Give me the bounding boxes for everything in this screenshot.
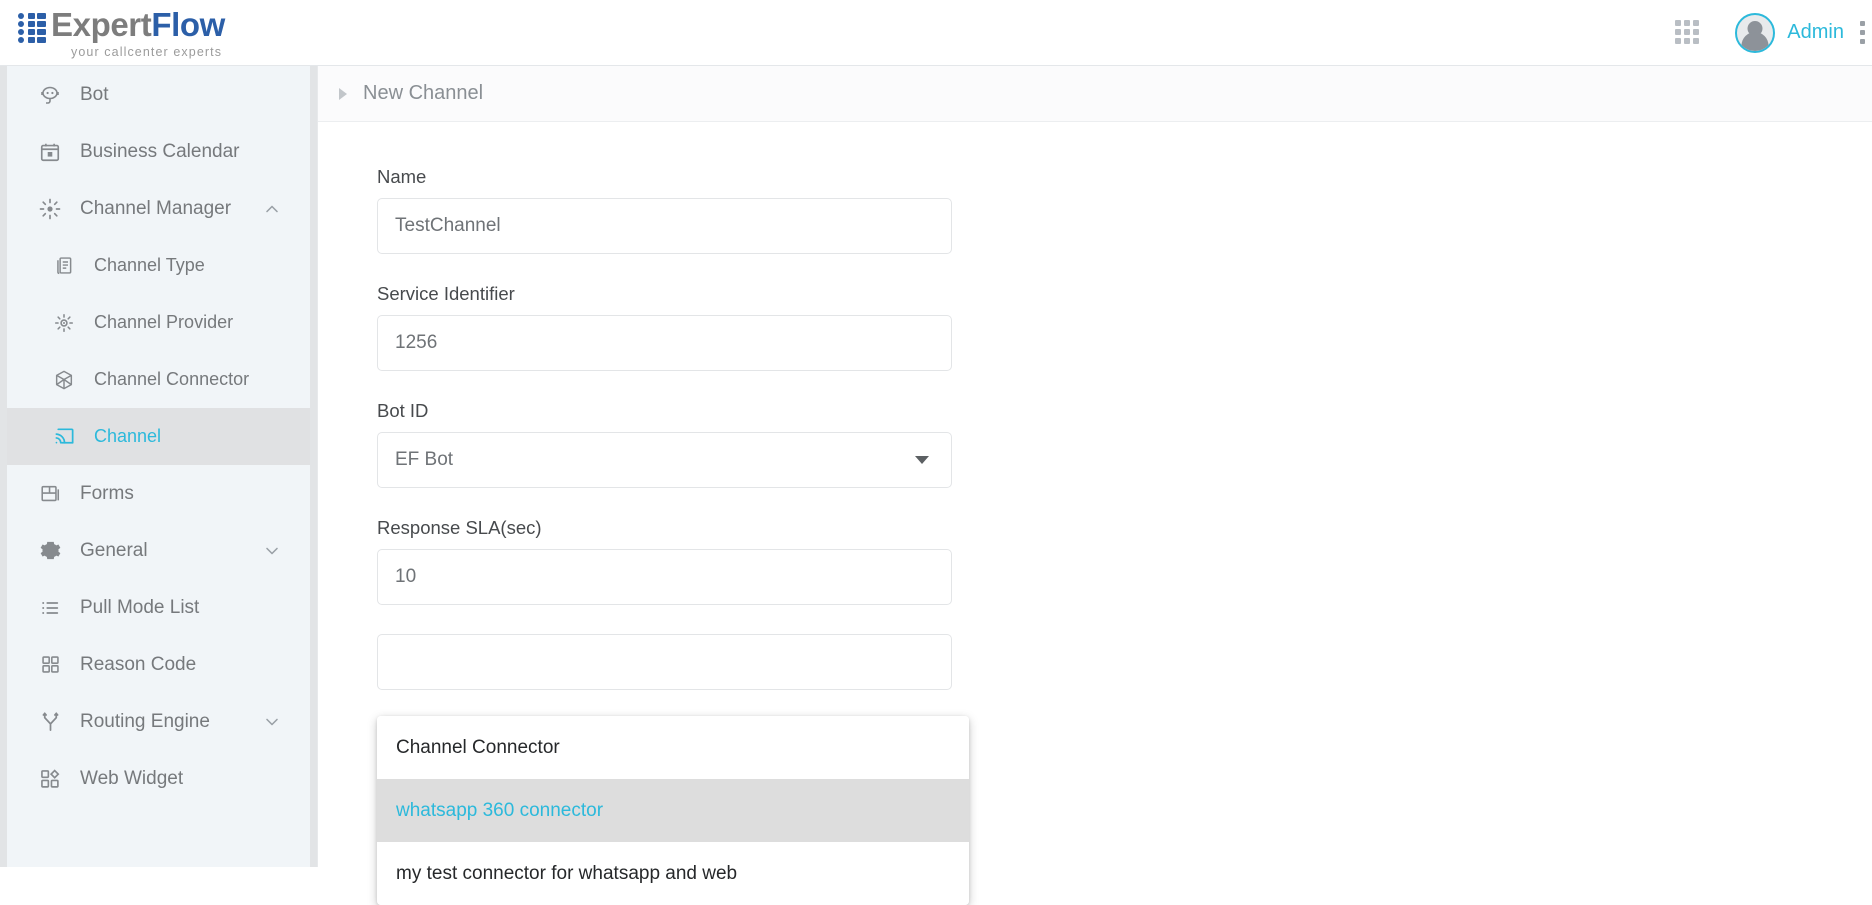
brand-logo[interactable]: ExpertFlow your callcenter experts bbox=[18, 8, 225, 59]
new-channel-form: Name TestChannel Service Identifier 1256… bbox=[318, 122, 1872, 690]
service-identifier-input[interactable]: 1256 bbox=[377, 315, 952, 371]
field-name: Name TestChannel bbox=[377, 166, 1872, 254]
list-bullet-icon bbox=[37, 595, 63, 621]
chevron-up-icon[interactable] bbox=[262, 199, 282, 219]
sidebar-item-web-widget[interactable]: Web Widget bbox=[7, 750, 310, 807]
chevron-down-icon[interactable] bbox=[262, 712, 282, 732]
calendar-icon bbox=[37, 139, 63, 165]
field-response-sla: Response SLA(sec) 10 bbox=[377, 517, 1872, 605]
field-label: Service Identifier bbox=[377, 283, 1872, 305]
brand-tagline: your callcenter experts bbox=[71, 46, 225, 59]
sidebar-item-label: General bbox=[80, 540, 148, 562]
bot-headset-icon bbox=[37, 82, 63, 108]
chevron-down-icon[interactable] bbox=[262, 541, 282, 561]
sidebar-item-label: Routing Engine bbox=[80, 711, 210, 733]
bot-id-selected-value: EF Bot bbox=[395, 449, 453, 471]
sidebar-item-channel[interactable]: Channel bbox=[7, 408, 310, 465]
sidebar-item-general[interactable]: General bbox=[7, 522, 310, 579]
sidebar-item-channel-connector[interactable]: Channel Connector bbox=[7, 351, 310, 408]
sidebar-item-label: Bot bbox=[80, 84, 109, 106]
forms-layout-icon bbox=[37, 481, 63, 507]
sidebar-item-label: Pull Mode List bbox=[80, 597, 199, 619]
sidebar-item-label: Channel Type bbox=[94, 255, 205, 276]
triangle-right-icon[interactable] bbox=[339, 88, 347, 100]
sidebar-item-bot[interactable]: Bot bbox=[7, 66, 310, 123]
app-header: ExpertFlow your callcenter experts Admin bbox=[0, 0, 1872, 66]
brand-name-secondary: Flow bbox=[151, 6, 225, 43]
field-service-identifier: Service Identifier 1256 bbox=[377, 283, 1872, 371]
gear-icon bbox=[37, 538, 63, 564]
name-input[interactable]: TestChannel bbox=[377, 198, 952, 254]
page-title: New Channel bbox=[363, 82, 483, 105]
sidebar-item-label: Forms bbox=[80, 483, 134, 505]
user-avatar-icon[interactable] bbox=[1735, 13, 1775, 53]
main-sidebar: Bot Business Calendar Channel Manager bbox=[7, 66, 310, 867]
bot-id-select[interactable]: EF Bot bbox=[377, 432, 952, 488]
more-vertical-icon[interactable] bbox=[1860, 21, 1866, 44]
response-sla-input[interactable]: 10 bbox=[377, 549, 952, 605]
four-squares-icon bbox=[37, 652, 63, 678]
sidebar-item-channel-manager[interactable]: Channel Manager bbox=[7, 180, 310, 237]
content-panel: New Channel Name TestChannel Service Ide… bbox=[317, 66, 1872, 867]
field-label: Response SLA(sec) bbox=[377, 517, 1872, 539]
channel-connector-dropdown: Channel Connector whatsapp 360 connector… bbox=[377, 716, 969, 905]
sidebar-item-business-calendar[interactable]: Business Calendar bbox=[7, 123, 310, 180]
sidebar-item-forms[interactable]: Forms bbox=[7, 465, 310, 522]
brand-name-primary: Expert bbox=[51, 6, 151, 43]
dropdown-option[interactable]: my test connector for whatsapp and web bbox=[377, 842, 969, 905]
sidebar-item-label: Channel Provider bbox=[94, 312, 233, 333]
breadcrumb: New Channel bbox=[318, 66, 1872, 122]
widget-shapes-icon bbox=[37, 766, 63, 792]
sidebar-item-pull-mode-list[interactable]: Pull Mode List bbox=[7, 579, 310, 636]
field-next bbox=[377, 634, 1872, 690]
field-bot-id: Bot ID EF Bot bbox=[377, 400, 1872, 488]
provider-node-icon bbox=[51, 310, 77, 336]
sidebar-item-label: Channel bbox=[94, 426, 161, 447]
sidebar-item-label: Web Widget bbox=[80, 768, 183, 790]
dropdown-option-selected[interactable]: whatsapp 360 connector bbox=[377, 779, 969, 842]
branch-route-icon bbox=[37, 709, 63, 735]
document-stack-icon bbox=[51, 253, 77, 279]
apps-grid-icon[interactable] bbox=[1675, 20, 1701, 46]
dropdown-option[interactable]: Channel Connector bbox=[377, 716, 969, 779]
sidebar-item-channel-type[interactable]: Channel Type bbox=[7, 237, 310, 294]
sidebar-item-label: Business Calendar bbox=[80, 141, 239, 163]
next-input[interactable] bbox=[377, 634, 952, 690]
user-menu-label[interactable]: Admin bbox=[1787, 21, 1844, 44]
sidebar-item-label: Channel Manager bbox=[80, 198, 231, 220]
field-label: Name bbox=[377, 166, 1872, 188]
sidebar-item-routing-engine[interactable]: Routing Engine bbox=[7, 693, 310, 750]
cast-screen-icon bbox=[51, 424, 77, 450]
connector-cube-icon bbox=[51, 367, 77, 393]
sidebar-item-label: Channel Connector bbox=[94, 369, 249, 390]
sidebar-item-reason-code[interactable]: Reason Code bbox=[7, 636, 310, 693]
field-label: Bot ID bbox=[377, 400, 1872, 422]
grid-blocks-icon bbox=[18, 13, 48, 44]
sidebar-item-channel-provider[interactable]: Channel Provider bbox=[7, 294, 310, 351]
app-body: Bot Business Calendar Channel Manager bbox=[0, 66, 1872, 867]
hub-network-icon bbox=[37, 196, 63, 222]
sidebar-item-label: Reason Code bbox=[80, 654, 196, 676]
caret-down-icon[interactable] bbox=[915, 456, 929, 464]
